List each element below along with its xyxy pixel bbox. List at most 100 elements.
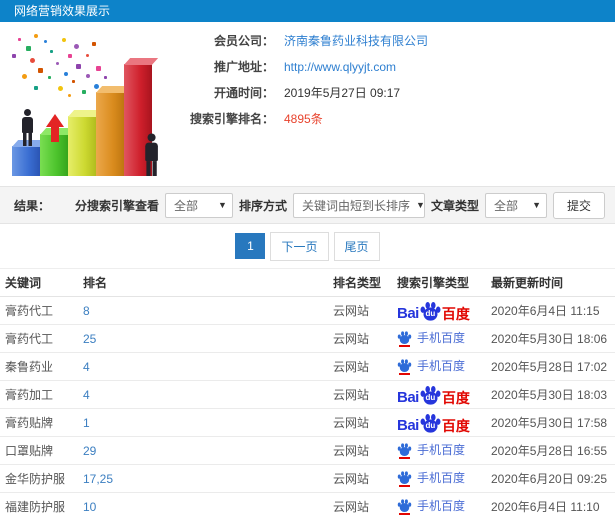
info-value[interactable]: 济南秦鲁药业科技有限公司 bbox=[284, 32, 428, 49]
rank-link[interactable]: 1 bbox=[83, 416, 90, 430]
col-header-keyword: 关键词 bbox=[0, 268, 83, 297]
engine-cell: Bai du 百度 bbox=[391, 380, 491, 409]
company-info-list: 会员公司： 济南秦鲁药业科技有限公司 推广地址： http://www.qlyy… bbox=[178, 32, 428, 136]
baidu-paw-icon bbox=[397, 443, 412, 456]
baidu-mobile-logo: 手机百度 bbox=[397, 357, 466, 375]
bar-chart-illustration bbox=[4, 28, 174, 180]
updated-time-cell: 2020年5月28日 17:02 bbox=[491, 352, 615, 381]
rank-link[interactable]: 17,25 bbox=[83, 472, 113, 486]
illustration-bar-orange bbox=[96, 92, 124, 176]
baidu-mobile-logo: 手机百度 bbox=[397, 497, 466, 515]
keyword-cell: 膏药加工 bbox=[0, 380, 83, 409]
keyword-cell: 秦鲁药业 bbox=[0, 352, 83, 381]
mobile-baidu-label: 手机百度 bbox=[417, 443, 466, 458]
baidu-cn-text: 百度 bbox=[441, 389, 470, 406]
keyword-cell: 金华防护服 bbox=[0, 464, 83, 493]
sort-value: 关键词由短到长排序 bbox=[301, 198, 410, 213]
mobile-baidu-label: 手机百度 bbox=[417, 359, 466, 374]
page-title: 网络营销效果展示 bbox=[14, 4, 111, 18]
info-label: 搜索引擎排名： bbox=[189, 112, 274, 126]
rank-type-cell: 云网站 bbox=[333, 352, 391, 381]
sort-select[interactable]: 关键词由短到长排序 ▼ bbox=[292, 192, 425, 218]
mobile-baidu-label: 手机百度 bbox=[417, 331, 466, 346]
rank-type-cell: 云网站 bbox=[333, 492, 391, 520]
pagination: 1 下一页 尾页 bbox=[0, 224, 615, 268]
rank-link[interactable]: 25 bbox=[83, 332, 96, 346]
keyword-cell: 福建防护服 bbox=[0, 492, 83, 520]
rank-type-cell: 云网站 bbox=[333, 296, 391, 325]
table-row: 膏药贴牌 1 云网站 Bai du 百度 2020年5月30日 17:58 bbox=[0, 408, 615, 437]
last-page-button[interactable]: 尾页 bbox=[333, 231, 380, 261]
engine-cell: 手机百度 bbox=[391, 352, 491, 381]
table-row: 口罩贴牌 29 云网站 手机百度 2020年5月28日 16:55 bbox=[0, 436, 615, 465]
table-row: 秦鲁药业 4 云网站 手机百度 2020年5月28日 17:02 bbox=[0, 352, 615, 381]
baidu-du-text: du bbox=[425, 308, 436, 318]
engine-cell: Bai du 百度 bbox=[391, 296, 491, 325]
chevron-down-icon: ▼ bbox=[218, 200, 227, 210]
submit-button[interactable]: 提交 bbox=[552, 191, 605, 219]
page: 网络营销效果展示 会员公司： 济南秦鲁药业科技有限公司 推广地址： http:/… bbox=[0, 0, 615, 520]
baidu-cn-text: 百度 bbox=[441, 305, 470, 322]
updated-time-cell: 2020年5月30日 18:06 bbox=[491, 324, 615, 353]
illustration-bar-blue bbox=[12, 146, 40, 176]
businessman-figure-right bbox=[143, 133, 159, 176]
mobile-baidu-label: 手机百度 bbox=[417, 471, 466, 486]
table-header: 关键词 排名 排名类型 搜索引擎类型 最新更新时间 bbox=[0, 268, 615, 297]
mobile-baidu-label: 手机百度 bbox=[417, 499, 466, 514]
baidu-bai-text: Bai bbox=[397, 304, 419, 322]
engine-view-value: 全部 bbox=[173, 198, 198, 213]
article-type-select[interactable]: 全部 ▼ bbox=[484, 192, 547, 218]
info-label: 开通时间： bbox=[213, 86, 274, 100]
baidu-du-text: du bbox=[425, 420, 436, 430]
baidu-paw-icon bbox=[397, 471, 412, 484]
col-header-updated-time: 最新更新时间 bbox=[491, 268, 615, 297]
updated-time-cell: 2020年6月20日 09:25 bbox=[491, 464, 615, 493]
filter-bar: 结果： 分搜索引擎查看 全部 ▼ 排序方式 关键词由短到长排序 ▼ 文章类型 全… bbox=[0, 186, 615, 224]
baidu-pc-logo: Bai du 百度 bbox=[397, 301, 470, 321]
baidu-bai-text: Bai bbox=[397, 388, 419, 406]
info-value: 2019年5月27日 09:17 bbox=[284, 86, 401, 100]
rank-link[interactable]: 10 bbox=[83, 500, 96, 514]
info-section: 会员公司： 济南秦鲁药业科技有限公司 推广地址： http://www.qlyy… bbox=[0, 22, 615, 186]
updated-time-cell: 2020年5月28日 16:55 bbox=[491, 436, 615, 465]
result-label: 结果： bbox=[14, 198, 51, 213]
table-row: 福建防护服 10 云网站 手机百度 2020年6月4日 11:10 bbox=[0, 492, 615, 520]
next-page-button[interactable]: 下一页 bbox=[270, 231, 329, 261]
rank-link[interactable]: 8 bbox=[83, 304, 90, 318]
rank-link[interactable]: 4 bbox=[83, 360, 90, 374]
engine-cell: 手机百度 bbox=[391, 436, 491, 465]
baidu-mobile-logo: 手机百度 bbox=[397, 441, 466, 459]
baidu-pc-logo: Bai du 百度 bbox=[397, 385, 470, 405]
title-bar: 网络营销效果展示 bbox=[0, 0, 615, 22]
engine-view-select[interactable]: 全部 ▼ bbox=[164, 192, 233, 218]
baidu-mobile-logo: 手机百度 bbox=[397, 469, 466, 487]
info-label: 会员公司： bbox=[213, 34, 274, 48]
rank-link[interactable]: 4 bbox=[83, 388, 90, 402]
baidu-bai-text: Bai bbox=[397, 416, 419, 434]
engine-cell: Bai du 百度 bbox=[391, 408, 491, 437]
info-label: 推广地址： bbox=[213, 60, 274, 74]
sort-label: 排序方式 bbox=[238, 198, 287, 213]
engine-cell: 手机百度 bbox=[391, 492, 491, 520]
rank-link[interactable]: 29 bbox=[83, 444, 96, 458]
table-row: 膏药代工 8 云网站 Bai du 百度 2020年6月4日 11:15 bbox=[0, 296, 615, 325]
updated-time-cell: 2020年6月4日 11:15 bbox=[491, 296, 615, 325]
page-1-button[interactable]: 1 bbox=[235, 233, 266, 259]
baidu-mobile-logo: 手机百度 bbox=[397, 329, 466, 347]
baidu-du-text: du bbox=[425, 392, 436, 402]
rank-type-cell: 云网站 bbox=[333, 436, 391, 465]
info-value[interactable]: http://www.qlyyjt.com bbox=[284, 60, 396, 74]
illustration-bar-yellow bbox=[68, 116, 96, 176]
info-row: 会员公司： 济南秦鲁药业科技有限公司 bbox=[178, 32, 428, 49]
info-row: 搜索引擎排名： 4895条 bbox=[178, 110, 428, 127]
red-up-arrow bbox=[46, 114, 64, 142]
baidu-paw-icon bbox=[397, 331, 412, 344]
col-header-rank-type: 排名类型 bbox=[333, 268, 391, 297]
baidu-pc-logo: Bai du 百度 bbox=[397, 413, 470, 433]
updated-time-cell: 2020年5月30日 18:03 bbox=[491, 380, 615, 409]
info-row: 推广地址： http://www.qlyyjt.com bbox=[178, 58, 428, 75]
col-header-rank: 排名 bbox=[83, 268, 333, 297]
info-row: 开通时间： 2019年5月27日 09:17 bbox=[178, 84, 428, 101]
article-type-value: 全部 bbox=[493, 198, 518, 213]
article-type-label: 文章类型 bbox=[430, 198, 479, 213]
